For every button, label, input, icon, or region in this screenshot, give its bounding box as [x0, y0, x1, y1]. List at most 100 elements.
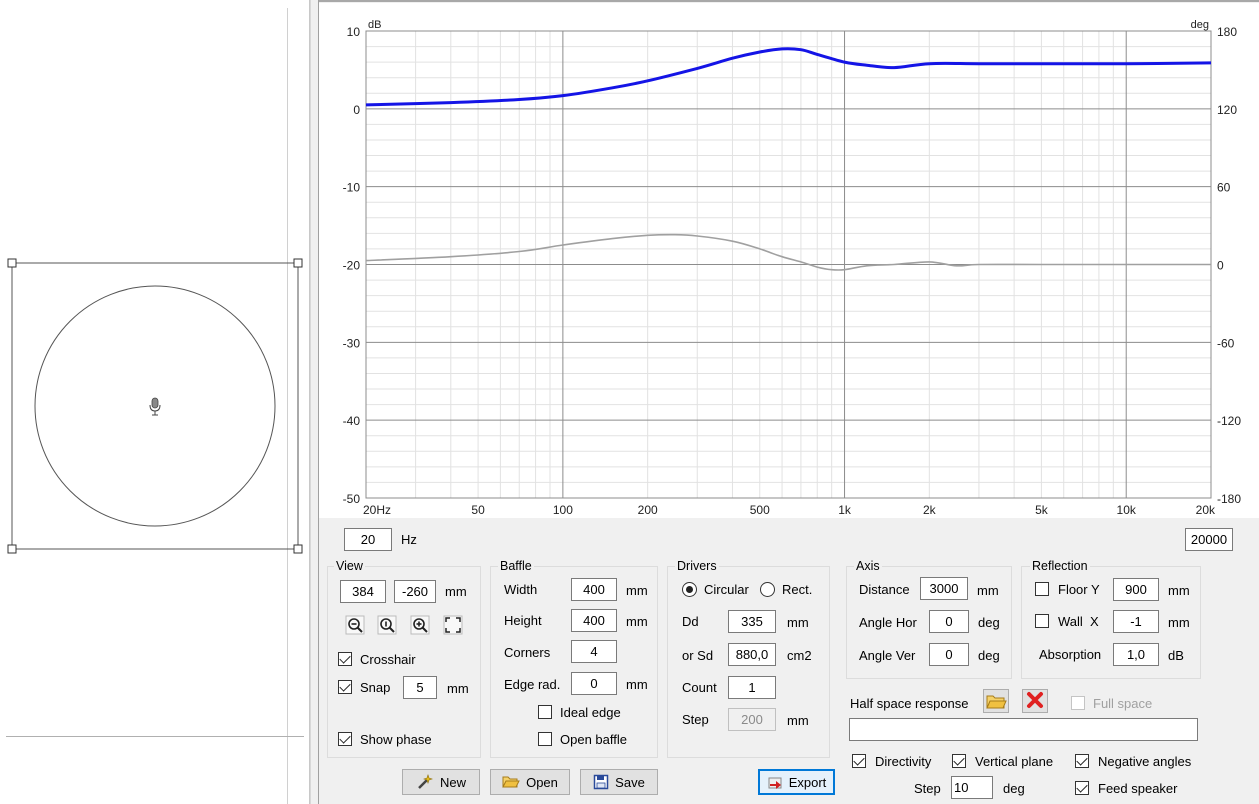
floor-input[interactable] — [1113, 578, 1159, 601]
directivity-step-label: Step — [914, 781, 941, 796]
edge-radius-input[interactable] — [571, 672, 617, 695]
zoom-fit-icon[interactable] — [443, 615, 463, 635]
height-unit: mm — [626, 614, 648, 629]
wall-unit: mm — [1168, 615, 1190, 630]
baffle-view-pane[interactable] — [0, 0, 310, 804]
circular-radio[interactable] — [682, 582, 697, 597]
directivity-step-input[interactable] — [951, 776, 993, 799]
angle-ver-input[interactable] — [929, 643, 969, 666]
resize-handle-tl — [7, 258, 17, 268]
distance-label: Distance — [859, 582, 910, 597]
delete-x-icon — [1027, 692, 1043, 708]
full-space-label: Full space — [1093, 696, 1153, 711]
response-chart-panel[interactable]: 10 0 -10 -20 -30 -40 -50 180 120 60 0 -60 -120 -180 dB… — [319, 3, 1259, 518]
zoom-out-icon[interactable] — [345, 615, 365, 635]
directivity-step-unit: deg — [1003, 781, 1025, 796]
load-half-space-button[interactable] — [983, 689, 1009, 713]
resize-handle-bl — [7, 544, 17, 554]
x-tick-label: 10k — [1117, 503, 1137, 517]
half-space-label: Half space response — [850, 696, 969, 711]
feed-speaker-label: Feed speaker — [1098, 781, 1178, 796]
new-button[interactable]: New — [402, 769, 480, 795]
edge-radius-unit: mm — [626, 677, 648, 692]
wall-input[interactable] — [1113, 610, 1159, 633]
y-axis-label: dB — [368, 19, 381, 31]
floor-unit: mm — [1168, 583, 1190, 598]
snap-checkbox[interactable] — [338, 680, 352, 694]
sd-input[interactable] — [728, 643, 776, 666]
view-x-input[interactable] — [340, 580, 386, 603]
axis-group-title: Axis — [854, 559, 882, 573]
angle-ver-unit: deg — [978, 648, 1000, 663]
ideal-edge-checkbox[interactable] — [538, 705, 552, 719]
reflection-group-title: Reflection — [1030, 559, 1090, 573]
y-tick-label: 0 — [353, 103, 360, 117]
height-input[interactable] — [571, 609, 617, 632]
sd-label: or Sd — [682, 648, 714, 663]
x-tick-label: 2k — [923, 503, 937, 517]
angle-hor-input[interactable] — [929, 610, 969, 633]
view-y-input[interactable] — [394, 580, 436, 603]
folder-icon — [986, 695, 1007, 709]
snap-input[interactable] — [403, 676, 437, 699]
open-button[interactable]: Open — [490, 769, 570, 795]
wall-checkbox[interactable] — [1035, 614, 1049, 628]
width-input[interactable] — [571, 578, 617, 601]
y-tick-label: -20 — [343, 259, 361, 273]
resize-handle-br — [293, 544, 303, 554]
corners-input[interactable] — [571, 640, 617, 663]
x-tick-label: 500 — [750, 503, 770, 517]
wall-label: Wall X — [1058, 614, 1099, 629]
floor-checkbox[interactable] — [1035, 582, 1049, 596]
feed-speaker-checkbox[interactable] — [1075, 781, 1089, 795]
negative-angles-checkbox[interactable] — [1075, 754, 1089, 768]
export-button[interactable]: Export — [758, 769, 835, 795]
baffle-group-title: Baffle — [498, 559, 534, 573]
directivity-checkbox[interactable] — [852, 754, 866, 768]
freq-min-input[interactable] — [344, 528, 392, 551]
zoom-actual-icon[interactable] — [377, 615, 397, 635]
angle-hor-label: Angle Hor — [859, 615, 917, 630]
open-button-label: Open — [526, 774, 558, 790]
crosshair-checkbox[interactable] — [338, 652, 352, 666]
y2-axis-label: deg — [1191, 19, 1209, 31]
half-space-path-input[interactable] — [849, 718, 1198, 741]
export-button-label: Export — [788, 774, 827, 790]
absorption-unit: dB — [1168, 648, 1184, 663]
width-label: Width — [504, 582, 538, 597]
clear-half-space-button[interactable] — [1022, 689, 1048, 713]
save-button[interactable]: Save — [580, 769, 658, 795]
show-phase-checkbox[interactable] — [338, 732, 352, 746]
y-tick-label: -10 — [343, 181, 361, 195]
zoom-in-icon[interactable] — [410, 615, 430, 635]
distance-unit: mm — [977, 583, 999, 598]
dd-label: Dd — [682, 614, 699, 629]
baffle-drawing[interactable] — [0, 0, 310, 804]
folder-open-icon — [502, 776, 520, 788]
count-input[interactable] — [728, 676, 776, 699]
directivity-label: Directivity — [875, 754, 932, 769]
y2-tick-label: 120 — [1217, 103, 1237, 117]
floor-label: Floor Y — [1058, 582, 1100, 597]
driver-step-unit: mm — [787, 713, 809, 728]
driver-step-input[interactable] — [728, 708, 776, 731]
save-disk-icon — [593, 774, 609, 790]
frequency-response-chart[interactable]: 100-10-20-30-40-50180120600-60-120-180dB… — [319, 3, 1259, 518]
x-tick-label: 1k — [838, 503, 852, 517]
freq-max-input[interactable] — [1185, 528, 1233, 551]
rect-radio[interactable] — [760, 582, 775, 597]
distance-input[interactable] — [920, 577, 968, 600]
drivers-group-title: Drivers — [675, 559, 719, 573]
y2-tick-label: -180 — [1217, 492, 1241, 506]
vertical-plane-label: Vertical plane — [975, 754, 1054, 769]
absorption-input[interactable] — [1113, 643, 1159, 666]
full-space-checkbox[interactable] — [1071, 696, 1085, 710]
angle-hor-unit: deg — [978, 615, 1000, 630]
vertical-plane-checkbox[interactable] — [952, 754, 966, 768]
dd-input[interactable] — [728, 610, 776, 633]
pane-splitter[interactable] — [310, 0, 319, 804]
open-baffle-checkbox[interactable] — [538, 732, 552, 746]
x-tick-label: 100 — [553, 503, 573, 517]
show-phase-label: Show phase — [360, 732, 432, 747]
export-icon — [768, 777, 782, 789]
